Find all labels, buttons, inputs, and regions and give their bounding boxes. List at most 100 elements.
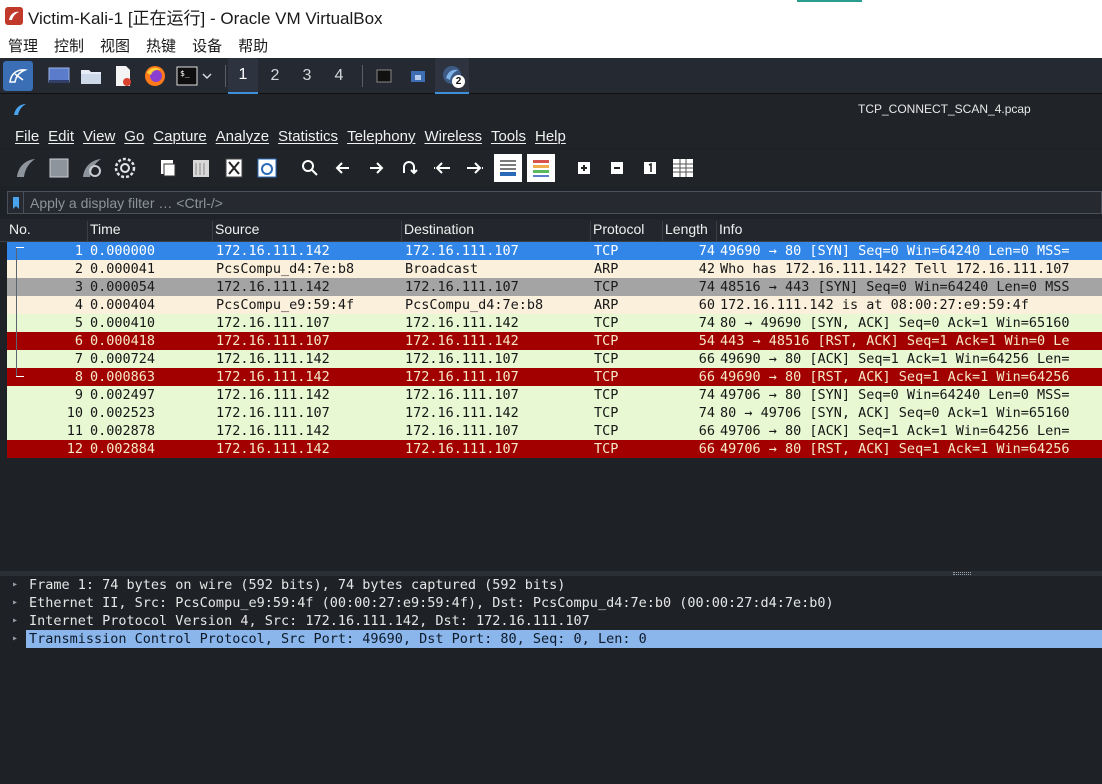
- packet-row[interactable]: 2 0.000041 PcsCompu_d4:7e:b8 Broadcast ARP 42…: [7, 260, 1102, 278]
- vbox-menu-control[interactable]: 控制: [54, 35, 84, 56]
- packet-dst-cell: 172.16.111.142: [405, 315, 519, 331]
- packet-no-cell: 3: [74, 279, 83, 295]
- packet-row[interactable]: 3 0.000054 172.16.111.142 172.16.111.107 TCP…: [7, 278, 1102, 296]
- packet-len-cell: 74: [698, 243, 715, 259]
- show-desktop-icon[interactable]: [47, 64, 71, 88]
- packet-len-cell: 74: [698, 315, 715, 331]
- chevron-down-icon[interactable]: [201, 64, 213, 88]
- vbox-menu-help[interactable]: 帮助: [238, 35, 268, 56]
- workspace-1[interactable]: 1: [228, 57, 258, 94]
- menu-statistics[interactable]: Statistics: [278, 128, 338, 145]
- expand-arrow-icon[interactable]: ▸: [12, 612, 22, 630]
- packet-dst-cell: Broadcast: [405, 261, 479, 277]
- vbox-menu-view[interactable]: 视图: [100, 35, 130, 56]
- vbox-menu-hotkeys[interactable]: 热键: [146, 35, 176, 56]
- menu-analyze[interactable]: Analyze: [216, 128, 269, 145]
- column-header-info[interactable]: Info: [716, 221, 1102, 241]
- zoom-in-button[interactable]: [570, 154, 598, 182]
- menu-wireless[interactable]: Wireless: [424, 128, 482, 145]
- packet-proto-cell: TCP: [594, 423, 619, 439]
- column-header-no[interactable]: No.: [7, 221, 87, 241]
- packet-row[interactable]: 9 0.002497 172.16.111.142 172.16.111.107 TCP…: [7, 386, 1102, 404]
- expand-arrow-icon[interactable]: ▸: [12, 630, 22, 648]
- packet-row[interactable]: 8 0.000863 172.16.111.142 172.16.111.107 TCP…: [7, 368, 1102, 386]
- text-editor-icon[interactable]: [111, 64, 135, 88]
- terminal-icon[interactable]: $_: [175, 64, 199, 88]
- packet-row[interactable]: 5 0.000410 172.16.111.107 172.16.111.142 TCP…: [7, 314, 1102, 332]
- normal-size-button[interactable]: [636, 154, 664, 182]
- menu-view[interactable]: View: [83, 128, 115, 145]
- menu-tools[interactable]: Tools: [491, 128, 526, 145]
- zoom-out-button[interactable]: [603, 154, 631, 182]
- expand-arrow-icon[interactable]: ▸: [12, 576, 22, 594]
- firefox-icon[interactable]: [143, 64, 167, 88]
- menu-edit[interactable]: Edit: [48, 128, 74, 145]
- go-forward-button[interactable]: [362, 154, 390, 182]
- column-header-destination[interactable]: Destination: [401, 221, 590, 241]
- splitter-grip-icon[interactable]: [953, 572, 971, 575]
- open-file-button[interactable]: [154, 154, 182, 182]
- find-packet-button[interactable]: [296, 154, 324, 182]
- expand-arrow-icon[interactable]: ▸: [12, 594, 22, 612]
- stop-capture-button[interactable]: [45, 154, 73, 182]
- task-files[interactable]: [401, 58, 435, 94]
- vbox-menu-devices[interactable]: 设备: [192, 35, 222, 56]
- packet-no-cell: 12: [66, 441, 83, 457]
- packet-row[interactable]: 10 0.002523 172.16.111.107 172.16.111.142 TC…: [7, 404, 1102, 422]
- menu-capture[interactable]: Capture: [153, 128, 206, 145]
- first-packet-button[interactable]: [428, 154, 456, 182]
- start-capture-button[interactable]: [12, 154, 40, 182]
- packet-row[interactable]: 7 0.000724 172.16.111.142 172.16.111.107 TCP…: [7, 350, 1102, 368]
- filter-bookmark-button[interactable]: [8, 192, 24, 213]
- restart-capture-button[interactable]: [78, 154, 106, 182]
- column-header-protocol[interactable]: Protocol: [590, 221, 662, 241]
- kali-menu-icon[interactable]: [3, 60, 33, 91]
- column-header-length[interactable]: Length: [662, 221, 716, 241]
- packet-time-cell: 0.000724: [90, 351, 156, 367]
- detail-tree-item[interactable]: ▸ Internet Protocol Version 4, Src: 172.1…: [0, 612, 1102, 630]
- vbox-menu-manage[interactable]: 管理: [8, 35, 38, 56]
- menu-go[interactable]: Go: [124, 128, 144, 145]
- packet-info-cell: 49706 → 80 [ACK] Seq=1 Ack=1 Win=64256 L…: [720, 423, 1070, 439]
- workspace-2[interactable]: 2: [260, 58, 290, 94]
- detail-tree-item[interactable]: ▸ Frame 1: 74 bytes on wire (592 bits), 7…: [0, 576, 1102, 594]
- detail-tree-label: Transmission Control Protocol, Src Port:…: [29, 631, 647, 647]
- packet-row[interactable]: 4 0.000404 PcsCompu_e9:59:4f PcsCompu_d4:7e…: [7, 296, 1102, 314]
- file-manager-icon[interactable]: [79, 64, 103, 88]
- task-terminal[interactable]: [367, 58, 401, 94]
- task-wireshark[interactable]: 2: [435, 57, 469, 94]
- workspace-4[interactable]: 4: [324, 58, 354, 94]
- packet-no-cell: 6: [74, 333, 83, 349]
- colorize-button[interactable]: [527, 154, 555, 182]
- packet-row[interactable]: 11 0.002878 172.16.111.142 172.16.111.107 TC…: [7, 422, 1102, 440]
- menu-help[interactable]: Help: [535, 128, 566, 145]
- resize-columns-button[interactable]: [669, 154, 697, 182]
- detail-tree-item[interactable]: ▸ Ethernet II, Src: PcsCompu_e9:59:4f (00…: [0, 594, 1102, 612]
- close-file-button[interactable]: [220, 154, 248, 182]
- capture-options-button[interactable]: [111, 154, 139, 182]
- reload-file-button[interactable]: [253, 154, 281, 182]
- column-header-source[interactable]: Source: [212, 221, 401, 241]
- packet-row[interactable]: 6 0.000418 172.16.111.107 172.16.111.142 TCP…: [7, 332, 1102, 350]
- packet-row[interactable]: 12 0.002884 172.16.111.142 172.16.111.107 TC…: [7, 440, 1102, 458]
- packet-list-pane: No. Time Source Destination Protocol Len…: [0, 219, 1102, 571]
- packet-src-cell: 172.16.111.142: [216, 441, 330, 457]
- save-file-button[interactable]: [187, 154, 215, 182]
- workspace-3[interactable]: 3: [292, 58, 322, 94]
- wireshark-title-bar: TCP_CONNECT_SCAN_4.pcap: [0, 94, 1102, 124]
- last-packet-button[interactable]: [461, 154, 489, 182]
- menu-telephony[interactable]: Telephony: [347, 128, 415, 145]
- column-header-time[interactable]: Time: [87, 221, 212, 241]
- packet-src-cell: 172.16.111.142: [216, 279, 330, 295]
- go-back-button[interactable]: [329, 154, 357, 182]
- go-to-packet-button[interactable]: [395, 154, 423, 182]
- packet-row[interactable]: 1 0.000000 172.16.111.142 172.16.111.107 TCP…: [7, 242, 1102, 260]
- detail-tree-item[interactable]: ▸ Transmission Control Protocol, Src Port…: [0, 630, 1102, 648]
- display-filter-input[interactable]: [24, 194, 1084, 211]
- packet-time-cell: 0.000041: [90, 261, 156, 277]
- packet-time-cell: 0.002884: [90, 441, 156, 457]
- autoscroll-button[interactable]: [494, 154, 522, 182]
- search-icon: [302, 160, 318, 176]
- packet-no-cell: 7: [74, 351, 83, 367]
- menu-file[interactable]: File: [15, 128, 39, 145]
